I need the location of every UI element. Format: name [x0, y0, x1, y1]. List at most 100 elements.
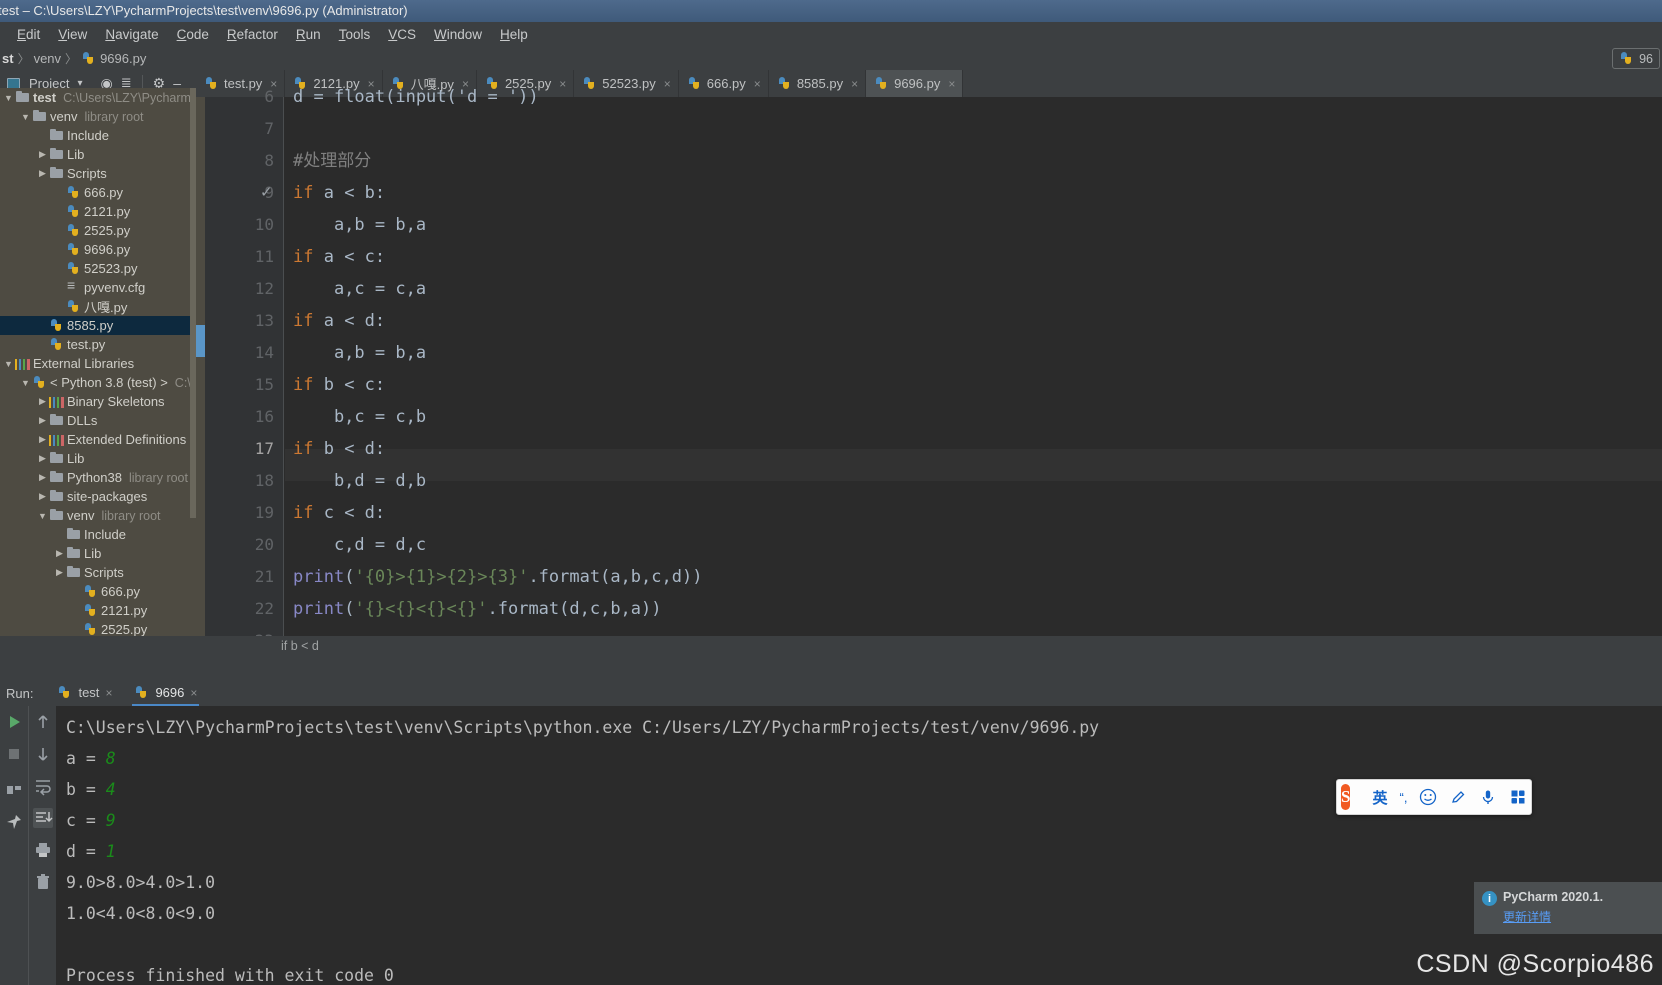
tree-item[interactable]: ▶ Scripts: [0, 563, 196, 582]
code-line[interactable]: a,b = b,a: [285, 337, 426, 369]
twisty-collapsed-icon[interactable]: ▶: [36, 453, 49, 464]
pin-tab-icon[interactable]: [4, 812, 24, 832]
code-line[interactable]: a,b = b,a: [285, 209, 426, 241]
tree-item[interactable]: ▶ Extended Definitions: [0, 430, 196, 449]
run-configuration-selector[interactable]: 96: [1612, 48, 1660, 69]
twisty-collapsed-icon[interactable]: ▶: [36, 168, 49, 179]
code-line[interactable]: if b < d:: [285, 433, 385, 465]
code-line[interactable]: print('{0}>{1}>{2}>{3}'.format(a,b,c,d)): [285, 561, 702, 593]
editor-tab[interactable]: 8585.py ×: [769, 70, 867, 97]
tree-item[interactable]: 8585.py: [0, 316, 196, 335]
menu-item-vcs[interactable]: VCS: [379, 25, 425, 44]
menu-item-refactor[interactable]: Refactor: [218, 25, 287, 44]
up-arrow-icon[interactable]: [33, 712, 53, 732]
tree-item[interactable]: ▶ Lib: [0, 544, 196, 563]
toast-link[interactable]: 更新详情: [1503, 908, 1603, 925]
close-icon[interactable]: ×: [105, 686, 112, 700]
tree-item[interactable]: ▶ Python38 library root: [0, 468, 196, 487]
menu-item-run[interactable]: Run: [287, 25, 330, 44]
tree-item[interactable]: Include: [0, 525, 196, 544]
twisty-collapsed-icon[interactable]: ▶: [53, 548, 66, 559]
tree-item[interactable]: ▶ Binary Skeletons: [0, 392, 196, 411]
tree-item[interactable]: ▼ External Libraries: [0, 354, 196, 373]
breadcrumb-file[interactable]: 9696.py: [77, 51, 150, 66]
code-line[interactable]: c,d = d,c: [285, 529, 426, 561]
twisty-expanded-icon[interactable]: ▼: [2, 359, 15, 369]
tree-item[interactable]: 666.py: [0, 582, 196, 601]
microphone-icon[interactable]: [1473, 788, 1503, 806]
stop-icon[interactable]: [4, 744, 24, 764]
twisty-expanded-icon[interactable]: ▼: [19, 112, 32, 122]
code-editor[interactable]: 6789✓1011121314151617181920212223 d = fl…: [196, 87, 1662, 650]
tree-item[interactable]: 52523.py: [0, 259, 196, 278]
menu-item-code[interactable]: Code: [168, 25, 218, 44]
tree-item[interactable]: ▶ site-packages: [0, 487, 196, 506]
close-icon[interactable]: ×: [190, 686, 197, 700]
tree-item[interactable]: ▶ Lib: [0, 145, 196, 164]
scroll-to-end-icon[interactable]: [32, 808, 53, 828]
tree-item[interactable]: 2121.py: [0, 202, 196, 221]
twisty-collapsed-icon[interactable]: ▶: [36, 472, 49, 483]
code-line[interactable]: if c < d:: [285, 497, 385, 529]
ime-punctuation-button[interactable]: “,: [1393, 790, 1413, 805]
sogou-logo-icon[interactable]: S: [1341, 784, 1351, 810]
menu-item-help[interactable]: Help: [491, 25, 537, 44]
toolbox-icon[interactable]: [1503, 788, 1533, 806]
tree-item[interactable]: Include: [0, 126, 196, 145]
twisty-collapsed-icon[interactable]: ▶: [36, 434, 49, 445]
close-icon[interactable]: ×: [664, 77, 671, 91]
code-line[interactable]: b,c = c,b: [285, 401, 426, 433]
code-line[interactable]: if a < b:: [285, 177, 385, 209]
menu-item-edit[interactable]: Edit: [8, 25, 49, 44]
run-tab[interactable]: test ×: [49, 683, 120, 703]
run-gutter-checkmark-icon[interactable]: ✓: [260, 177, 273, 209]
menu-item-tools[interactable]: Tools: [330, 25, 380, 44]
twisty-collapsed-icon[interactable]: ▶: [36, 396, 49, 407]
tree-item[interactable]: 2525.py: [0, 221, 196, 240]
run-tab-bar[interactable]: Run: test × 9696 ×: [0, 680, 1662, 707]
menu-item-view[interactable]: View: [49, 25, 96, 44]
twisty-collapsed-icon[interactable]: ▶: [36, 491, 49, 502]
twisty-expanded-icon[interactable]: ▼: [19, 378, 32, 388]
run-console-output[interactable]: C:\Users\LZY\PycharmProjects\test\venv\S…: [56, 706, 1662, 985]
restore-layout-icon[interactable]: [4, 780, 24, 800]
code-line[interactable]: b,d = d,b: [285, 465, 426, 497]
code-line[interactable]: d = float(input('d = ')): [285, 81, 539, 113]
editor-tab[interactable]: 666.py ×: [679, 70, 769, 97]
soft-wrap-icon[interactable]: [33, 776, 53, 796]
tree-item[interactable]: 2525.py: [0, 620, 196, 636]
twisty-collapsed-icon[interactable]: ▶: [53, 567, 66, 578]
close-icon[interactable]: ×: [948, 77, 955, 91]
code-lines[interactable]: d = float(input('d = ')) #处理部分 if a < b: a…: [285, 87, 1662, 636]
tree-item[interactable]: ▶ Scripts: [0, 164, 196, 183]
trash-icon[interactable]: [33, 872, 53, 892]
print-icon[interactable]: [33, 840, 53, 860]
close-icon[interactable]: ×: [754, 77, 761, 91]
tree-item[interactable]: 2121.py: [0, 601, 196, 620]
code-line[interactable]: if a < c:: [285, 241, 385, 273]
tree-item[interactable]: ▶ DLLs: [0, 411, 196, 430]
tree-item[interactable]: 八嘎.py: [0, 297, 196, 316]
code-line[interactable]: a,c = c,a: [285, 273, 426, 305]
tree-item[interactable]: ▼ venv library root: [0, 506, 196, 525]
pycharm-notification-toast[interactable]: i PyCharm 2020.1. 更新详情: [1474, 882, 1662, 934]
code-line[interactable]: if b < c:: [285, 369, 385, 401]
code-line[interactable]: if a < d:: [285, 305, 385, 337]
tree-item[interactable]: ▶ Lib: [0, 449, 196, 468]
ime-toolbar[interactable]: S 英 “,: [1336, 779, 1532, 815]
handwriting-icon[interactable]: [1443, 788, 1473, 806]
down-arrow-icon[interactable]: [33, 744, 53, 764]
menu-item-window[interactable]: Window: [425, 25, 491, 44]
tree-item[interactable]: test.py: [0, 335, 196, 354]
smiley-icon[interactable]: [1413, 788, 1443, 806]
editor-tab[interactable]: 9696.py ×: [866, 70, 964, 97]
menu-item-navigate[interactable]: Navigate: [96, 25, 167, 44]
breadcrumb-venv[interactable]: venv: [30, 51, 65, 66]
chevron-down-icon[interactable]: ▾: [77, 78, 82, 89]
tree-item[interactable]: 666.py: [0, 183, 196, 202]
breadcrumb-project[interactable]: st: [0, 51, 18, 66]
twisty-expanded-icon[interactable]: ▼: [36, 511, 49, 521]
twisty-collapsed-icon[interactable]: ▶: [36, 149, 49, 160]
twisty-collapsed-icon[interactable]: ▶: [36, 415, 49, 426]
tree-item[interactable]: pyvenv.cfg: [0, 277, 196, 297]
